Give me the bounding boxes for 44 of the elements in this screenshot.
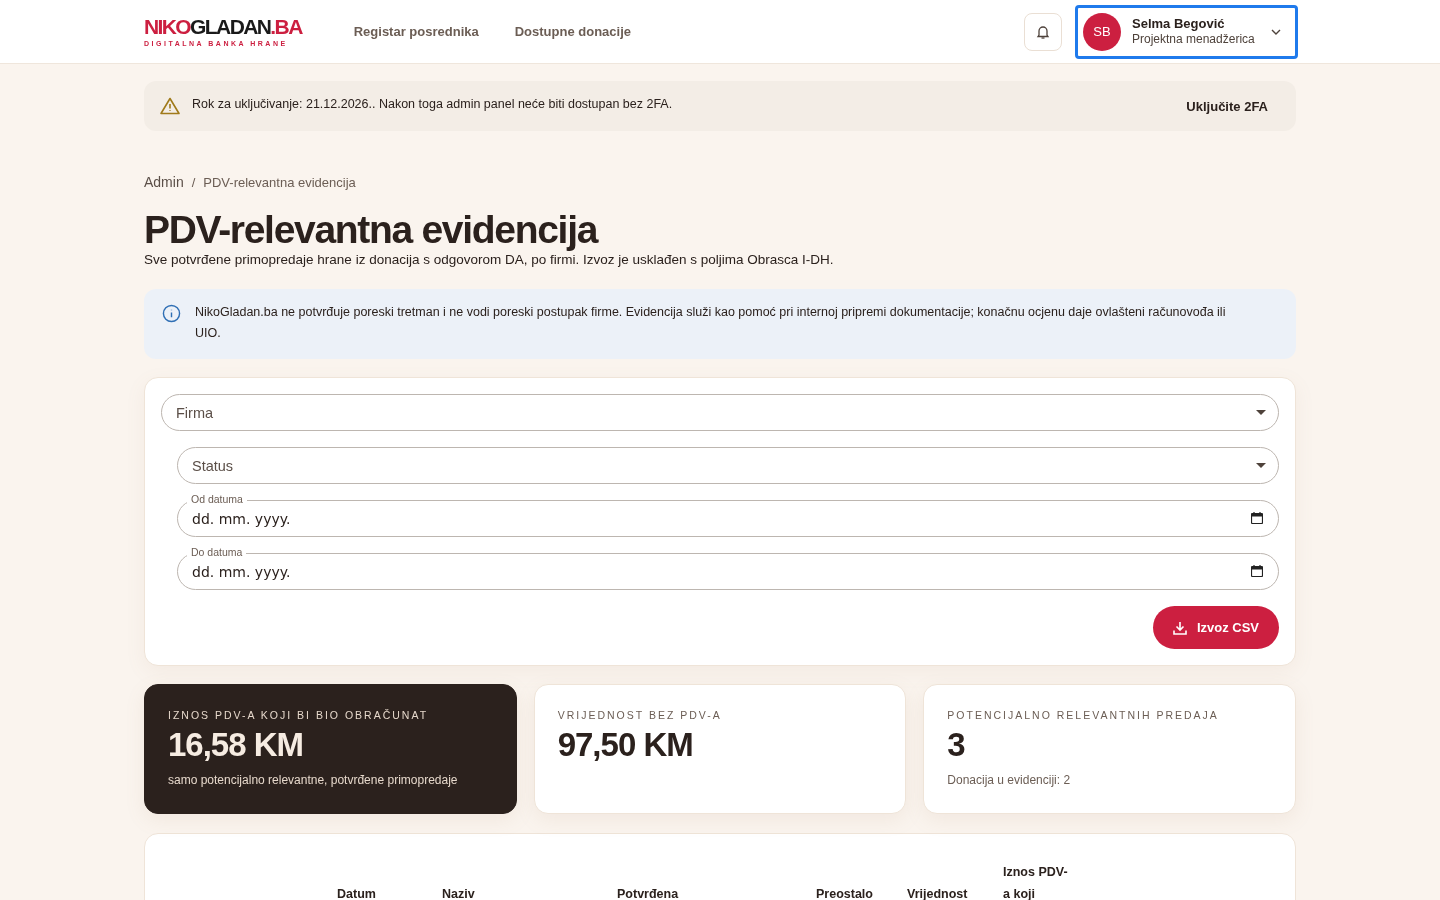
stat-label: VRIJEDNOST BEZ PDV-A: [557, 709, 723, 721]
user-menu-button[interactable]: SB Selma Begović Projektna menadžerica: [1075, 4, 1298, 59]
info-icon: [162, 304, 181, 323]
page-title: PDV-relevantna evidencija: [144, 208, 599, 252]
user-role: Projektna menadžerica: [1132, 32, 1255, 47]
chevron-down-icon: [1271, 28, 1281, 35]
warning-icon: [160, 97, 180, 115]
bell-icon: [1035, 23, 1051, 40]
dropdown-caret-icon: [1256, 463, 1266, 468]
logo-wordmark[interactable]: NIKOGLADAN.BA: [144, 15, 302, 39]
warning-text: Rok za uključivanje: 21.12.2026.. Nakon toga admin panel neće biti dostupan bez 2FA.: [192, 96, 674, 111]
stat-note: Donacija u evidenciji: 2: [947, 773, 1072, 787]
column-header: Iznos PDV-a koji: [1003, 864, 1069, 900]
calendar-icon[interactable]: [1251, 512, 1263, 524]
enable-2fa-button[interactable]: Uključite 2FA: [1180, 97, 1274, 115]
user-avatar: SB: [1083, 12, 1121, 51]
column-header: Datum: [337, 886, 377, 900]
status-select[interactable]: Status: [177, 447, 1279, 484]
user-name: Selma Begović: [1132, 16, 1225, 32]
export-csv-button[interactable]: Izvoz CSV: [1152, 606, 1279, 649]
stat-note: samo potencijalno relevantne, potvrđene primopredaje: [168, 773, 459, 787]
field-label: Do datuma: [187, 545, 247, 559]
download-icon: [1172, 620, 1187, 635]
nav-link[interactable]: Dostupne donacije: [514, 24, 631, 39]
stat-value: 3: [947, 725, 966, 765]
stat-value: 97,50 KM: [557, 725, 694, 765]
column-header: Potvrđena: [617, 886, 680, 900]
calendar-icon[interactable]: [1251, 565, 1263, 577]
column-header: Preostalo: [816, 886, 874, 900]
stat-label: POTENCIJALNO RELEVANTNIH PREDAJA: [947, 709, 1220, 721]
nav-link[interactable]: Registar posrednika: [353, 24, 479, 39]
page-subtitle: Sve potvrđene primopredaje hrane iz donacija s odgovorom DA, po firmi. Izvoz je usklađen s poljima Obrasca I-DH.: [144, 252, 835, 267]
breadcrumb-separator: /: [191, 174, 196, 190]
info-text: NikoGladan.ba ne potvrđuje poreski tretman i ne vodi poreski postupak firme. Evidencija služi kao pomoć pri internoj pripremi dokumentacije; konačnu ocjenu daje ovlašteni računovođa ili UIO.: [195, 304, 1227, 342]
firm-select[interactable]: Firma: [161, 394, 1279, 431]
stat-value: 16,58 KM: [168, 725, 305, 765]
breadcrumb-link[interactable]: Admin: [144, 174, 184, 190]
column-header: Naziv: [442, 886, 476, 900]
field-label: Od datuma: [187, 492, 247, 506]
breadcrumb-current: PDV-relevantna evidencija: [203, 174, 356, 190]
notifications-button[interactable]: [1024, 12, 1062, 51]
stat-label: IZNOS PDV-A KOJI BI BIO OBRAČUNAT: [168, 709, 430, 721]
column-header: Vrijednost: [907, 886, 969, 900]
dropdown-caret-icon: [1256, 410, 1266, 415]
